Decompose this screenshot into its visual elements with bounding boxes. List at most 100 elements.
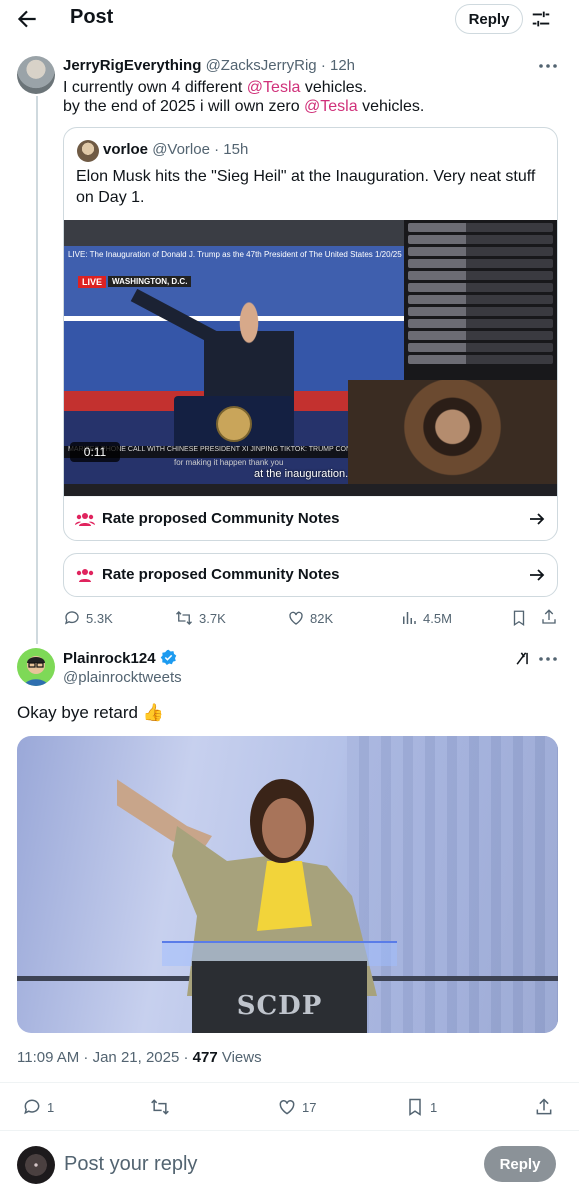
avatar-face-icon	[24, 656, 48, 686]
mention-link[interactable]: @Tesla	[304, 98, 358, 115]
live-badge: LIVE	[78, 276, 107, 288]
main-tweet-name: Plainrock124	[63, 649, 177, 667]
post-timestamp[interactable]: 11:09 AM · Jan 21, 2025 ·	[17, 1049, 193, 1066]
like-action[interactable]: 17	[277, 1097, 316, 1117]
quoted-tweet-header: vorloe @Vorloe · 15h	[103, 141, 248, 158]
chat-line	[408, 331, 553, 340]
chat-line	[408, 319, 553, 328]
author-handle[interactable]: @plainrocktweets	[63, 669, 182, 686]
author-handle[interactable]: @ZacksJerryRig	[206, 57, 317, 74]
top-bar: Post Reply	[0, 0, 579, 38]
text-segment: vehicles.	[357, 98, 425, 115]
community-notes-label: Rate proposed Community Notes	[102, 566, 340, 583]
reply-submit-button[interactable]: Reply	[484, 1146, 556, 1182]
avatar-vorloe[interactable]	[77, 140, 99, 162]
bookmark-icon[interactable]	[510, 609, 528, 627]
current-user-avatar[interactable]	[17, 1146, 55, 1184]
views-label: Views	[217, 1049, 262, 1066]
podium-logo: SCDP	[236, 991, 323, 1021]
chat-line	[408, 307, 553, 316]
reply-button[interactable]: Reply	[455, 4, 523, 34]
attached-photo[interactable]: SCDP	[17, 736, 558, 1033]
author-name[interactable]: Plainrock124	[63, 650, 156, 667]
video-player[interactable]: LIVE: The Inauguration of Donald J. Trum…	[64, 220, 557, 496]
share-icon[interactable]	[534, 1097, 554, 1117]
chat-line	[408, 235, 553, 244]
avatar-plainrock124[interactable]	[17, 648, 55, 686]
taskbar-image	[64, 484, 557, 496]
verified-badge-icon	[160, 649, 177, 665]
views-count: 4.5M	[423, 610, 452, 626]
post-time: · 15h	[214, 141, 249, 158]
author-name[interactable]: vorloe	[103, 141, 148, 158]
like-count: 82K	[310, 610, 334, 626]
reply-icon	[64, 611, 79, 625]
text-segment: vehicles.	[300, 79, 368, 96]
more-options-icon[interactable]	[538, 656, 558, 662]
main-tweet-text: Okay bye retard 👍	[17, 703, 164, 722]
chat-line	[408, 247, 553, 256]
bookmark-count: 1	[430, 1099, 438, 1115]
chat-line	[408, 295, 553, 304]
like-action[interactable]: 82K	[287, 609, 333, 627]
community-notes-row[interactable]: Rate proposed Community Notes	[63, 553, 558, 597]
reply-count: 1	[47, 1099, 55, 1115]
author-handle[interactable]: @Vorloe	[152, 141, 210, 158]
chat-line	[408, 259, 553, 268]
repost-count: 3.7K	[199, 610, 226, 626]
bookmark-icon	[409, 1098, 421, 1116]
repost-action[interactable]: 3.7K	[174, 609, 226, 627]
main-tweet-handle: @plainrocktweets	[63, 669, 182, 686]
reply-action[interactable]: 1	[22, 1097, 54, 1117]
video-timecode: 0:11	[70, 442, 120, 462]
repost-action[interactable]	[149, 1097, 176, 1117]
quoted-tweet-card[interactable]: vorloe @Vorloe · 15h Elon Musk hits the …	[63, 127, 558, 541]
reply-action[interactable]: 5.3K	[63, 609, 113, 627]
stream-chat-panel	[404, 220, 557, 380]
views-icon	[403, 612, 416, 624]
parent-tweet-header: JerryRigEverything @ZacksJerryRig · 12h	[63, 57, 355, 74]
community-notes-row-quoted[interactable]: Rate proposed Community Notes	[64, 496, 557, 540]
chat-line	[408, 283, 553, 292]
more-options-icon[interactable]	[538, 63, 558, 69]
chat-line	[408, 271, 553, 280]
thread-connector	[36, 96, 38, 644]
caption-big: at the inauguration.	[254, 468, 349, 480]
arrow-right-icon	[530, 569, 545, 581]
share-icon[interactable]	[540, 608, 558, 626]
view-count: 477	[192, 1049, 218, 1066]
post-metadata: 11:09 AM · Jan 21, 2025 · 477 Views	[17, 1049, 262, 1066]
bookmark-action[interactable]: 1	[405, 1097, 437, 1117]
divider	[0, 1082, 579, 1083]
repost-icon	[151, 1099, 169, 1115]
community-notes-label: Rate proposed Community Notes	[102, 510, 340, 527]
text-segment: I currently own 4 different	[63, 79, 247, 96]
page-title: Post	[70, 6, 114, 28]
mention-link[interactable]: @Tesla	[247, 79, 301, 96]
community-notes-icon	[76, 569, 94, 582]
browser-toolbar-image	[64, 220, 404, 246]
author-name[interactable]: JerryRigEverything	[63, 57, 201, 74]
parent-tweet-text: I currently own 4 different @Tesla vehic…	[63, 78, 543, 116]
like-count: 17	[302, 1099, 317, 1115]
divider	[0, 1130, 579, 1131]
heart-icon	[279, 1099, 295, 1115]
caption-small: for making it happen thank you	[174, 458, 284, 467]
streamer-webcam	[348, 380, 557, 484]
chat-line	[408, 355, 553, 364]
sliders-icon[interactable]	[530, 8, 552, 30]
back-arrow-icon[interactable]	[14, 6, 40, 32]
quoted-tweet-text: Elon Musk hits the "Sieg Heil" at the In…	[76, 168, 536, 206]
presidential-seal	[216, 406, 252, 442]
views-action[interactable]: 4.5M	[400, 609, 452, 627]
chat-line	[408, 223, 553, 232]
community-notes-icon	[75, 513, 95, 526]
avatar-jerryrigeverything[interactable]	[17, 56, 55, 94]
chat-line	[408, 343, 553, 352]
location-label: WASHINGTON, D.C.	[108, 276, 192, 287]
reply-input[interactable]: Post your reply	[64, 1153, 197, 1176]
stream-title: LIVE: The Inauguration of Donald J. Trum…	[68, 250, 402, 259]
grok-icon[interactable]	[515, 650, 532, 667]
reply-count: 5.3K	[86, 610, 113, 626]
text-segment: by the end of 2025 i will own zero	[63, 98, 305, 115]
